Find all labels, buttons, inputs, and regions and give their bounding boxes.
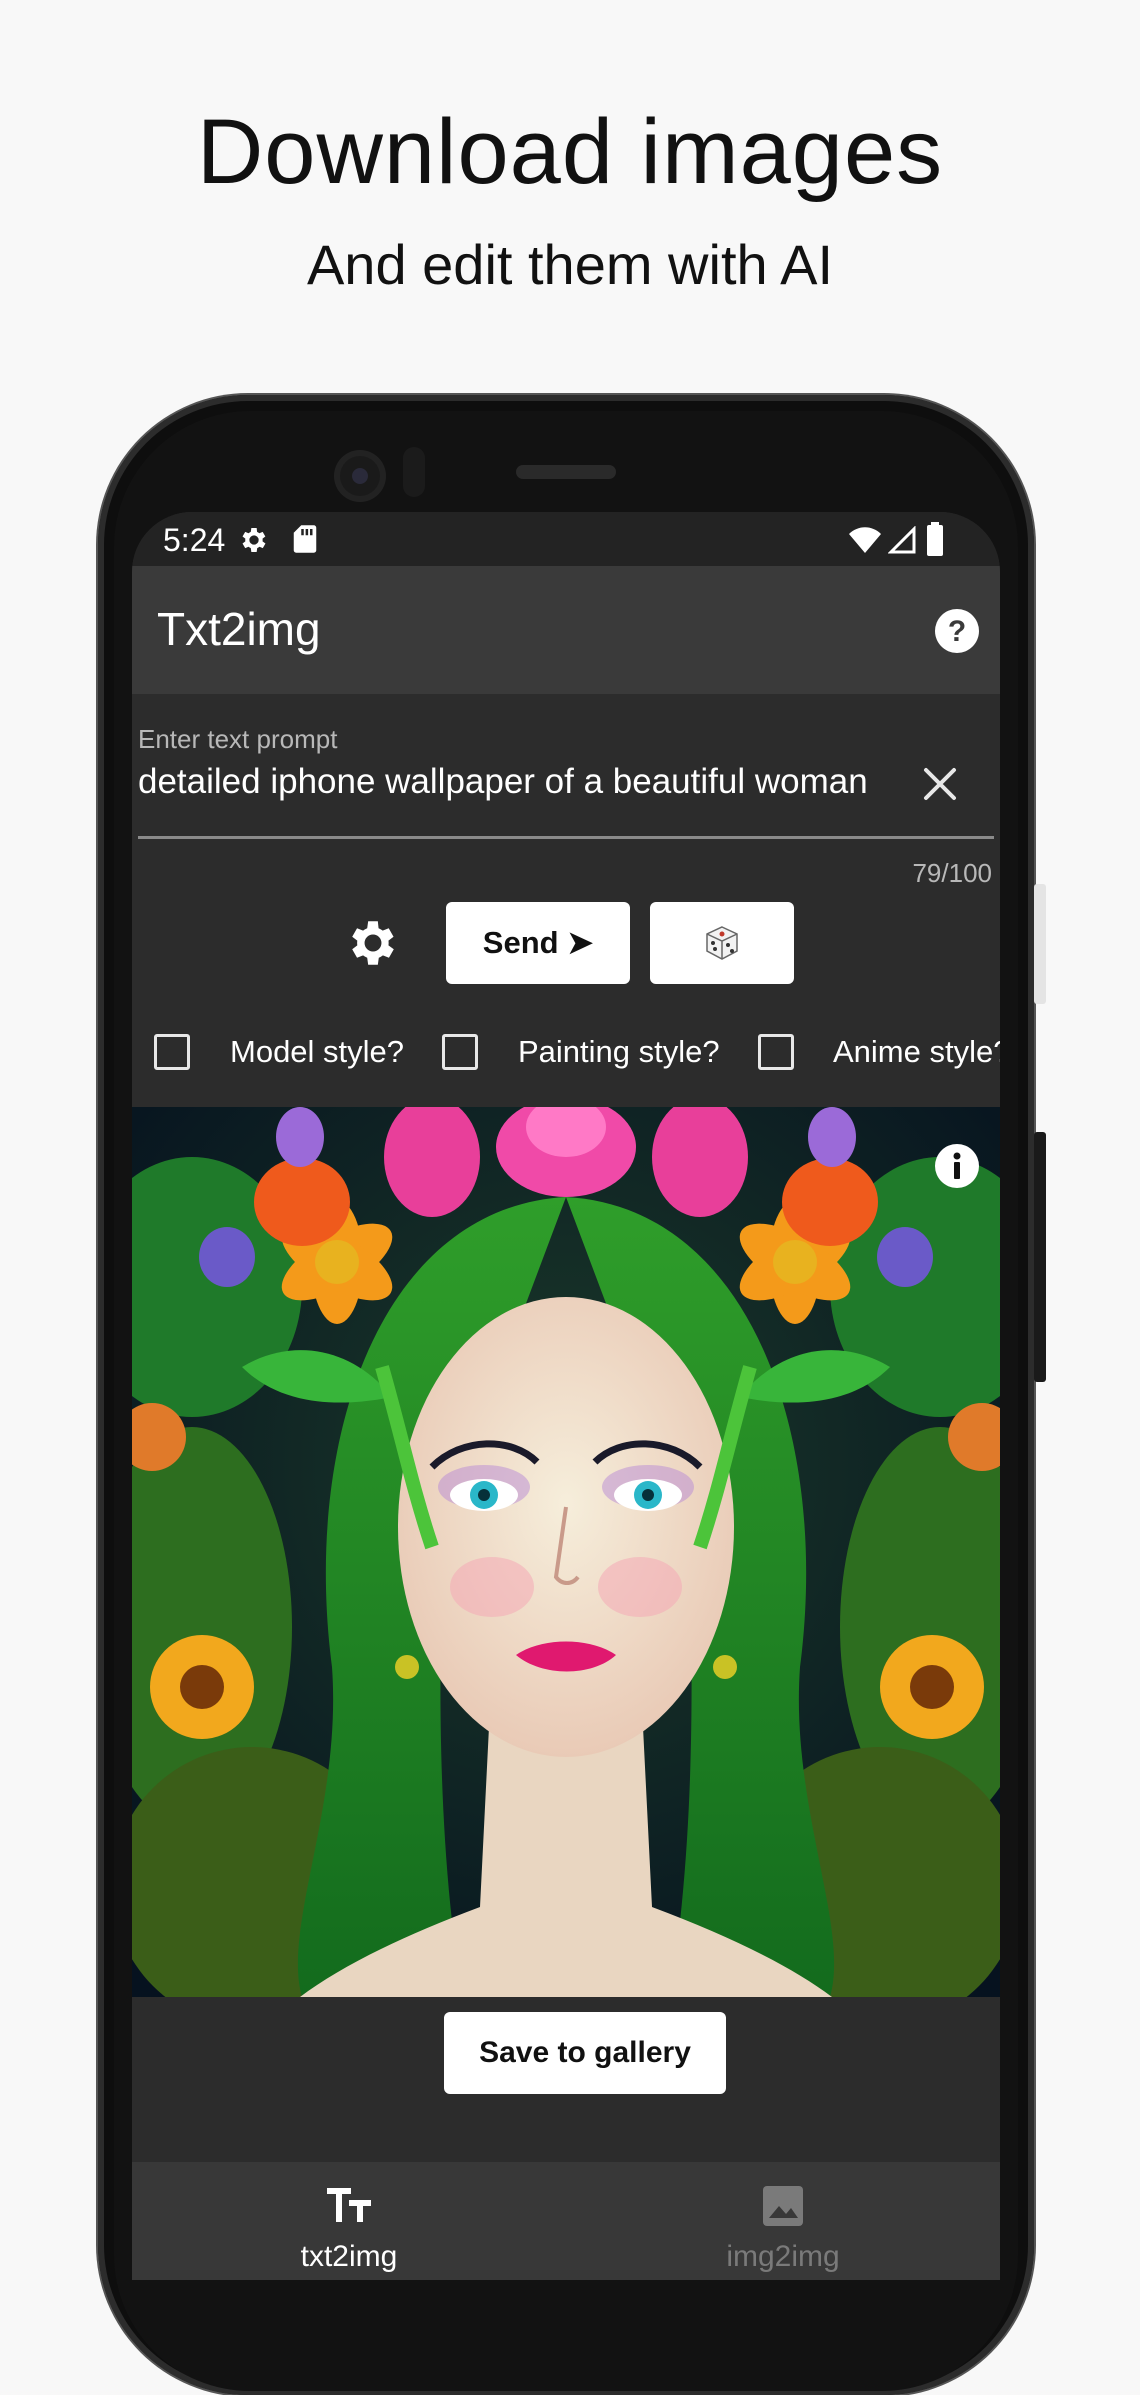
- app-title: Txt2img: [157, 603, 321, 655]
- signal-icon: [888, 526, 916, 554]
- phone-power-button: [1034, 884, 1046, 1004]
- model-style-checkbox[interactable]: [154, 1034, 190, 1070]
- svg-text:?: ?: [948, 615, 966, 648]
- status-bar: 5:24: [132, 512, 1000, 566]
- wifi-icon: [849, 527, 881, 553]
- nav-label-txt2img: txt2img: [300, 2240, 398, 2273]
- painting-style-checkbox[interactable]: [442, 1034, 478, 1070]
- front-camera: [334, 450, 386, 502]
- status-time: 5:24: [163, 522, 226, 558]
- bottom-navigation: txt2img img2img: [132, 2162, 1000, 2280]
- send-button[interactable]: Send ➤: [446, 902, 630, 984]
- promo-headline: Download images: [196, 101, 944, 203]
- prompt-label: Enter text prompt: [138, 724, 338, 754]
- proximity-sensor: [403, 447, 425, 497]
- sd-card-icon: [293, 525, 317, 553]
- generated-image: [132, 1107, 1000, 1997]
- generated-image-artwork: [132, 1107, 1000, 1997]
- save-to-gallery-button[interactable]: Save to gallery: [444, 2012, 726, 2094]
- phone-volume-button: [1034, 1132, 1046, 1382]
- gear-icon[interactable]: [344, 914, 402, 972]
- image-icon: [763, 2186, 803, 2226]
- anime-style-checkbox[interactable]: [758, 1034, 794, 1070]
- random-prompt-button[interactable]: [650, 902, 794, 984]
- battery-icon: [927, 522, 943, 556]
- earpiece-speaker: [516, 465, 616, 479]
- nav-item-txt2img[interactable]: txt2img: [132, 2162, 566, 2280]
- close-icon[interactable]: [920, 764, 960, 804]
- info-icon[interactable]: [934, 1143, 980, 1189]
- anime-style-label: Anime style?: [833, 1034, 1000, 1069]
- prompt-underline: [138, 836, 994, 839]
- promo-subline: And edit them with AI: [306, 233, 834, 296]
- painting-style-label: Painting style?: [518, 1034, 720, 1069]
- dice-icon: [706, 926, 738, 960]
- gear-icon: [242, 528, 266, 552]
- help-icon[interactable]: ?: [934, 608, 980, 654]
- char-counter: 79/100: [912, 858, 992, 888]
- nav-item-img2img[interactable]: img2img: [566, 2162, 1000, 2280]
- app-screen: 5:24 Txt2img ? Enter text prompt detaile…: [132, 512, 1000, 2280]
- text-format-icon: [327, 2188, 371, 2222]
- prompt-input[interactable]: detailed iphone wallpaper of a beautiful…: [138, 762, 890, 802]
- model-style-label: Model style?: [230, 1034, 405, 1069]
- nav-label-img2img: img2img: [726, 2240, 840, 2273]
- app-bar: Txt2img ?: [132, 566, 1000, 694]
